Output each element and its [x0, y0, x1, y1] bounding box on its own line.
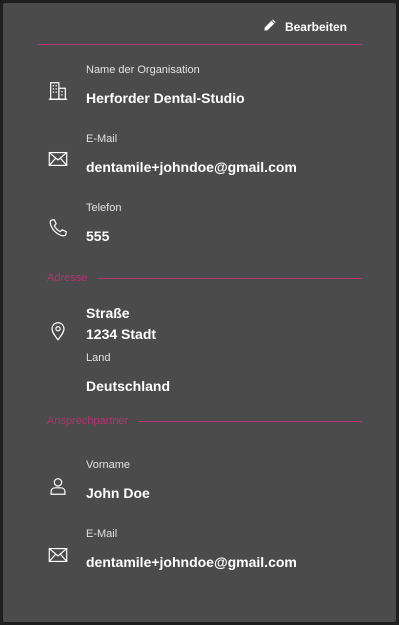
building-icon	[46, 79, 70, 103]
person-icon	[46, 474, 70, 498]
contact-first-name-value: John Doe	[86, 485, 150, 501]
email-value[interactable]: dentamile+johndoe@gmail.com	[86, 159, 297, 175]
organization-name-value: Herforder Dental-Studio	[86, 90, 245, 106]
address-section-title: Adresse	[47, 272, 88, 284]
country-label: Land	[86, 352, 111, 364]
envelope-icon	[46, 543, 70, 567]
address-street: Straße	[86, 305, 130, 321]
address-city: 1234 Stadt	[86, 326, 157, 342]
location-pin-icon	[46, 319, 70, 343]
organization-name-label: Name der Organisation	[86, 64, 200, 76]
phone-value[interactable]: 555	[86, 228, 109, 244]
contact-email-value[interactable]: dentamile+johndoe@gmail.com	[86, 554, 297, 570]
envelope-icon	[46, 147, 70, 171]
address-section-divider	[97, 277, 362, 279]
country-value: Deutschland	[86, 378, 171, 394]
contact-section-header: Ansprechpartner	[47, 414, 362, 428]
edit-button[interactable]: Bearbeiten	[263, 17, 347, 37]
header-divider	[37, 44, 362, 45]
contact-first-name-label: Vorname	[86, 459, 131, 471]
contact-email-label: E-Mail	[86, 528, 118, 540]
phone-icon	[46, 216, 70, 240]
address-section-header: Adresse	[47, 271, 362, 285]
email-label: E-Mail	[86, 133, 118, 145]
phone-label: Telefon	[86, 202, 122, 214]
organization-details-panel: Bearbeiten Name der Organisation Herford…	[3, 3, 396, 622]
contact-section-title: Ansprechpartner	[47, 415, 129, 427]
edit-button-label: Bearbeiten	[284, 20, 347, 34]
contact-section-divider	[138, 420, 362, 422]
pencil-icon	[263, 18, 277, 37]
